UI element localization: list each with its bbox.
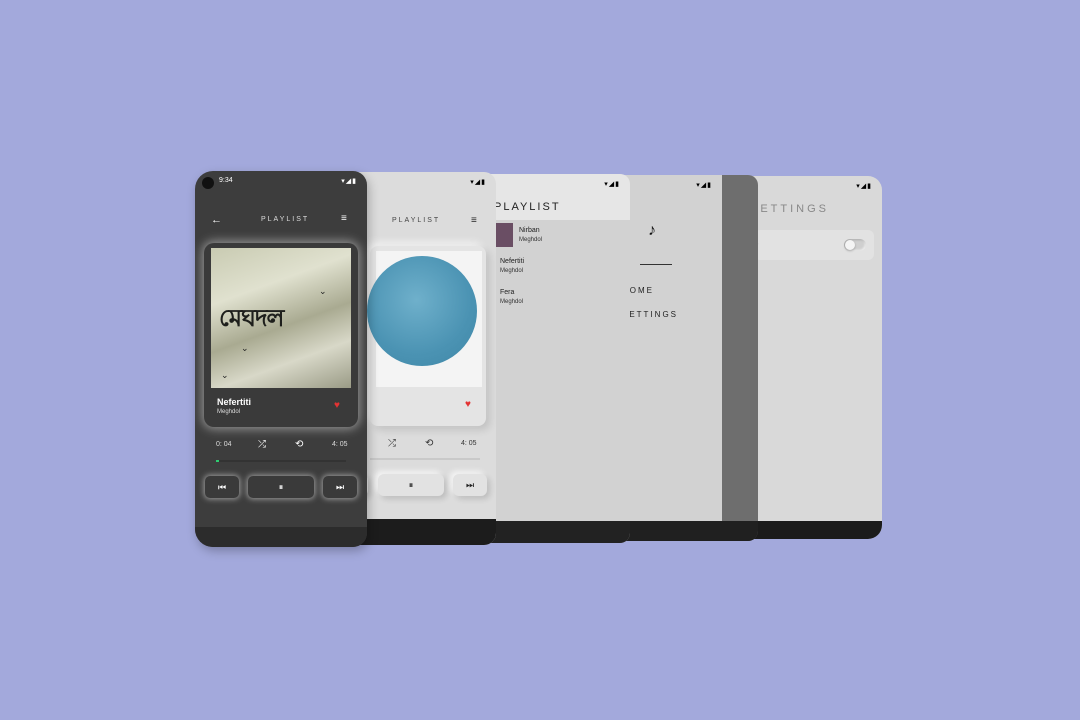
next-button[interactable]: ⏭ <box>323 476 357 498</box>
status-icons: ▾◢▮ <box>604 181 620 188</box>
pause-button[interactable]: ⏸ <box>248 476 314 498</box>
bird-icon: ⌄ <box>221 370 229 380</box>
menu-icon[interactable]: ≡ <box>341 213 347 224</box>
album-art-text: মেঘদল <box>219 303 284 332</box>
repeat-icon[interactable]: ⟲ <box>295 439 303 450</box>
settings-title: SETTINGS <box>750 203 830 215</box>
song-title: Nefertiti <box>500 258 525 265</box>
dark-player-phone: 9:34 ▾◢▮ ← PLAYLIST ≡ মেঘদল ⌄ ⌄ ⌄ Nefert… <box>195 171 367 547</box>
album-art: মেঘদল ⌄ ⌄ ⌄ <box>211 248 351 388</box>
player-title: PLAYLIST <box>261 216 310 223</box>
song-title: Nefertiti <box>217 397 252 407</box>
repeat-icon[interactable]: ⟲ <box>425 438 433 449</box>
time-end: 4: 05 <box>461 440 477 447</box>
status-icons: ▾◢▮ <box>341 178 357 185</box>
status-time: 9:34 <box>219 177 233 184</box>
back-arrow-icon[interactable]: ← <box>211 214 222 226</box>
shuffle-icon[interactable]: ⤮ <box>388 438 396 449</box>
playlist-item[interactable]: Fera Meghdol <box>500 289 523 305</box>
player-title: PLAYLIST <box>392 217 441 224</box>
playlist-title: PLAYLIST <box>494 201 561 213</box>
status-icons: ▾◢▮ <box>696 182 712 189</box>
progress-fill <box>216 460 219 462</box>
time-total: 4: 05 <box>332 441 348 448</box>
drawer-item-settings[interactable]: SETTINGS <box>622 310 678 319</box>
time-elapsed: 0: 04 <box>216 441 232 448</box>
playlist-item[interactable]: Nefertiti Meghdol <box>500 258 524 274</box>
album-art <box>367 256 477 366</box>
setting-row[interactable]: e <box>754 230 874 260</box>
shuffle-icon[interactable]: ⤮ <box>258 439 266 450</box>
song-artist: Meghdol <box>519 237 543 243</box>
song-artist: Meghdol <box>500 268 524 274</box>
showcase-scene: ▾◢▮ SETTINGS e ▾◢▮ ♪ HOME SETTINGS ▾◢▮ <box>0 0 1080 720</box>
music-note-icon: ♪ <box>648 222 656 239</box>
progress-track[interactable] <box>216 460 346 462</box>
pause-button[interactable]: ⏸ <box>378 474 444 496</box>
status-icons: ▾◢▮ <box>856 183 872 190</box>
bird-icon: ⌄ <box>319 286 327 296</box>
song-artist: Meghdol <box>217 409 241 415</box>
heart-icon[interactable]: ♥ <box>465 399 471 410</box>
drawer-divider <box>640 264 672 265</box>
navigation-bar <box>195 527 367 547</box>
heart-icon[interactable]: ♥ <box>334 400 340 411</box>
song-artist: Meghdol <box>500 299 524 305</box>
song-thumbnail <box>496 223 513 247</box>
status-icons: ▾◢▮ <box>470 179 486 186</box>
song-title: Fera <box>500 289 515 296</box>
previous-button[interactable]: ⏮ <box>205 476 239 498</box>
playlist-item[interactable]: Nirban Meghdol <box>519 227 542 243</box>
menu-icon[interactable]: ≡ <box>471 215 477 226</box>
status-bar: 9:34 ▾◢▮ <box>195 177 367 189</box>
next-button[interactable]: ⏭ <box>453 474 487 496</box>
progress-track[interactable] <box>370 458 480 460</box>
toggle-knob <box>845 240 855 250</box>
song-title: Nirban <box>519 227 540 234</box>
theme-toggle[interactable] <box>844 239 866 251</box>
bird-icon: ⌄ <box>241 343 249 353</box>
